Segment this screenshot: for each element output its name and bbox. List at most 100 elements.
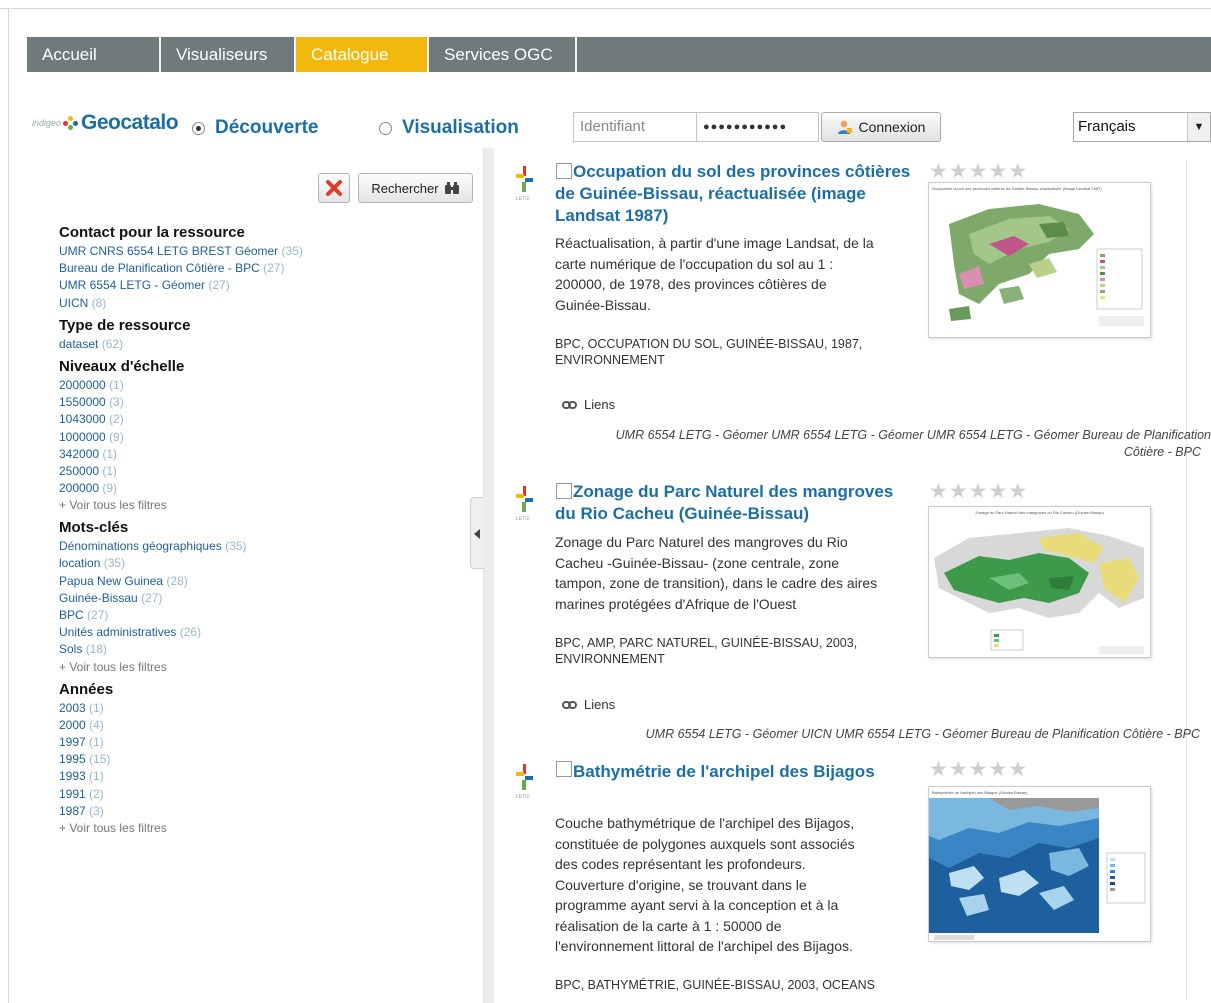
facet-item[interactable]: 250000 (1) — [59, 463, 349, 480]
rating-stars[interactable]: ★ ★ ★ ★ ★ — [929, 161, 1028, 182]
facet-item[interactable]: UMR 6554 LETG - Géomer (27) — [59, 277, 349, 294]
facet-item[interactable]: 1550000 (3) — [59, 394, 349, 411]
clear-filters-button[interactable] — [318, 173, 350, 203]
collapse-panel-handle[interactable] — [470, 497, 484, 569]
mangrove-zoning-map-image — [929, 518, 1150, 657]
links-button[interactable]: Liens — [562, 397, 615, 412]
mode-discover-label: Découverte — [215, 117, 319, 138]
result-card: LETG Zonage du Parc Naturel des mangrove… — [500, 480, 1211, 750]
facet-item[interactable]: Sols (18) — [59, 641, 349, 658]
star-icon[interactable]: ★ — [929, 161, 948, 182]
facet-scale: Niveaux d'échelle 2000000 (1) 1550000 (3… — [59, 357, 349, 514]
result-thumbnail[interactable]: Zonage du Parc Naturel des mangroves du … — [928, 506, 1151, 658]
show-all-filters-link[interactable]: + Voir tous les filtres — [59, 820, 349, 837]
svg-text:LETG: LETG — [516, 196, 529, 202]
result-abstract: Couche bathymétrique de l'archipel des B… — [555, 815, 855, 954]
show-all-filters-link[interactable]: + Voir tous les filtres — [59, 497, 349, 514]
facet-item[interactable]: 2000 (4) — [59, 717, 349, 734]
facet-title: Mots-clés — [59, 519, 129, 537]
star-icon[interactable]: ★ — [988, 161, 1007, 182]
result-abstract: Zonage du Parc Naturel des mangroves du … — [555, 534, 878, 612]
mode-visualize[interactable]: Visualisation — [379, 117, 519, 139]
facet-item[interactable]: Papua New Guinea (28) — [59, 573, 349, 590]
red-x-icon — [326, 180, 342, 196]
facet-item[interactable]: 1991 (2) — [59, 786, 349, 803]
star-icon[interactable]: ★ — [969, 481, 988, 502]
nav-tab-accueil[interactable]: Accueil — [27, 37, 161, 72]
result-thumbnail[interactable]: Bathymétrie de l'archipel des Bijagos (G… — [928, 786, 1151, 942]
result-title-link[interactable]: Zonage du Parc Naturel des mangroves du … — [555, 481, 893, 525]
star-icon[interactable]: ★ — [969, 161, 988, 182]
result-contacts: UMR 6554 LETG - Géomer UICN UMR 6554 LET… — [645, 727, 1200, 741]
facet-item[interactable]: 1043000 (2) — [59, 411, 349, 428]
star-icon[interactable]: ★ — [929, 481, 948, 502]
show-all-filters-link[interactable]: + Voir tous les filtres — [59, 659, 349, 676]
radio-discover-icon[interactable] — [192, 121, 205, 135]
star-icon[interactable]: ★ — [988, 481, 1007, 502]
star-icon[interactable]: ★ — [1008, 759, 1027, 780]
star-icon[interactable]: ★ — [1008, 481, 1027, 502]
password-input[interactable]: ●●●●●●●●●●● — [696, 112, 819, 142]
facet-item[interactable]: UMR CNRS 6554 LETG BREST Géomer (35) — [59, 243, 349, 260]
language-value: Français — [1078, 118, 1136, 135]
svg-text:LETG: LETG — [516, 516, 529, 522]
facet-item[interactable]: 200000 (9) — [59, 480, 349, 497]
facet-item[interactable]: Guinée-Bissau (27) — [59, 590, 349, 607]
star-icon[interactable]: ★ — [929, 759, 948, 780]
chevron-down-icon[interactable]: ▼ — [1187, 113, 1210, 141]
result-keywords: BPC, OCCUPATION DU SOL, GUINÉE-BISSAU, 1… — [555, 337, 863, 367]
radio-visualize-icon[interactable] — [379, 121, 392, 135]
user-icon — [837, 119, 853, 135]
facet-item[interactable]: 2000000 (1) — [59, 377, 349, 394]
facet-item[interactable]: BPC (27) — [59, 607, 349, 624]
nav-tab-services-ogc[interactable]: Services OGC — [429, 37, 577, 72]
facet-item[interactable]: 1993 (1) — [59, 768, 349, 785]
facet-item[interactable]: location (35) — [59, 555, 349, 572]
facet-item[interactable]: 1987 (3) — [59, 803, 349, 820]
login-button[interactable]: Connexion — [821, 112, 941, 142]
facet-type: Type de ressource dataset (62) — [59, 316, 349, 353]
links-button[interactable]: Liens — [562, 697, 615, 712]
facet-item[interactable]: 342000 (1) — [59, 446, 349, 463]
star-icon[interactable]: ★ — [969, 759, 988, 780]
facet-item[interactable]: Bureau de Planification Côtière - BPC (2… — [59, 260, 349, 277]
bathymetry-map-image — [929, 798, 1146, 940]
username-input[interactable]: Identifiant — [573, 112, 697, 142]
facet-item[interactable]: Unités administratives (26) — [59, 624, 349, 641]
logo-prefix: indigeo — [32, 118, 62, 128]
facet-keywords: Mots-clés Dénominations géographiques (3… — [59, 518, 349, 675]
facet-item[interactable]: 1997 (1) — [59, 734, 349, 751]
rating-stars[interactable]: ★ ★ ★ ★ ★ — [929, 759, 1028, 780]
nav-tab-visualiseurs[interactable]: Visualiseurs — [161, 37, 296, 72]
facet-item[interactable]: 1995 (15) — [59, 751, 349, 768]
result-title-link[interactable]: Occupation du sol des provinces côtières… — [555, 161, 910, 227]
result-card: LETG Occupation du sol des provinces côt… — [500, 160, 1211, 470]
logo-text: Geocatalo — [81, 111, 179, 134]
star-icon[interactable]: ★ — [1008, 161, 1027, 182]
search-button[interactable]: Rechercher — [358, 173, 473, 203]
nav-tab-catalogue[interactable]: Catalogue — [296, 37, 429, 72]
link-icon — [562, 700, 578, 709]
facet-item[interactable]: 2003 (1) — [59, 700, 349, 717]
facet-item[interactable]: dataset (62) — [59, 336, 349, 353]
result-title-link[interactable]: Bathymétrie de l'archipel des Bijagos — [555, 761, 875, 783]
facet-item[interactable]: 1000000 (9) — [59, 429, 349, 446]
geocatalogue-logo[interactable]: indigeo Geocatalo — [32, 111, 179, 135]
star-icon[interactable]: ★ — [949, 161, 968, 182]
land-use-map-image — [949, 204, 1144, 326]
star-icon[interactable]: ★ — [949, 759, 968, 780]
logo-dots-icon — [63, 115, 79, 131]
result-abstract: Réactualisation, à partir d'une image La… — [555, 235, 874, 313]
star-icon[interactable]: ★ — [949, 481, 968, 502]
dataset-type-icon: LETG — [516, 764, 533, 800]
rating-stars[interactable]: ★ ★ ★ ★ ★ — [929, 481, 1028, 502]
facet-item[interactable]: Dénominations géographiques (35) — [59, 538, 349, 555]
language-select[interactable]: Français ▼ — [1073, 112, 1211, 142]
panel-splitter[interactable] — [483, 148, 494, 1003]
mode-discover[interactable]: Découverte — [192, 117, 319, 139]
window-top-border — [0, 0, 1211, 9]
result-thumbnail[interactable]: Occupation du sol des provinces côtières… — [928, 182, 1151, 338]
facet-item[interactable]: UICN (8) — [59, 295, 349, 312]
login-button-label: Connexion — [858, 119, 926, 135]
star-icon[interactable]: ★ — [988, 759, 1007, 780]
